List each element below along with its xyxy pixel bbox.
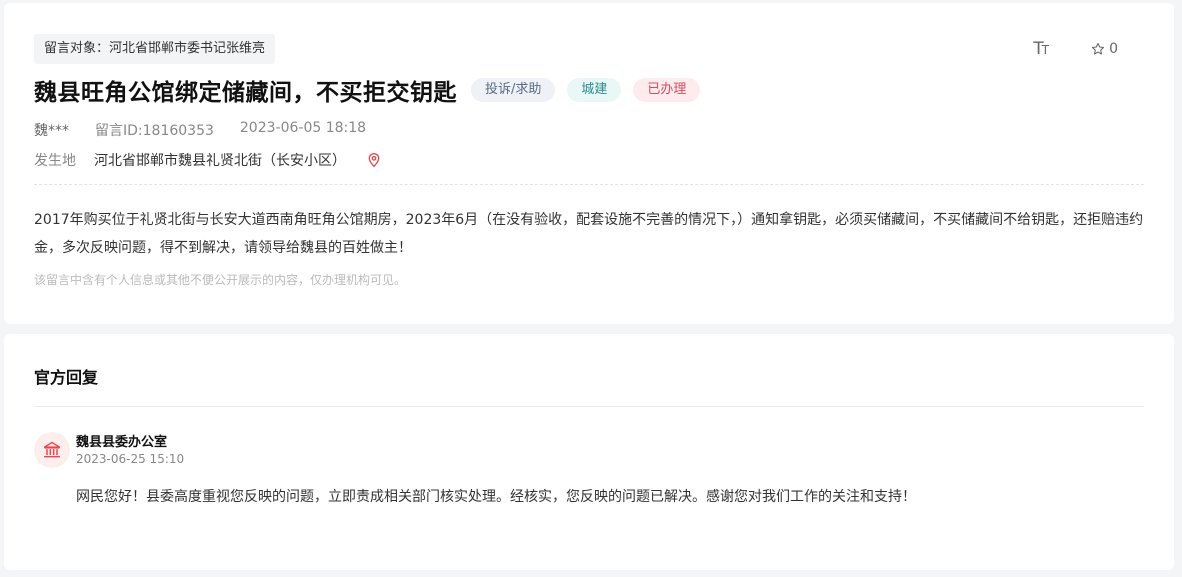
reply-divider [34,406,1144,407]
message-content: 2017年购买位于礼贤北街与长安大道西南角旺角公馆期房，2023年6月（在没有验… [34,212,1144,256]
org-avatar [34,432,70,468]
location-pin-icon[interactable] [366,152,382,168]
section-divider [34,184,1144,185]
status-badge: 已办理 [633,78,701,102]
message-target-tag: 留言对象：河北省邯郸市委书记张维亮 [34,34,276,64]
official-reply-card: 官方回复 魏县县委办公室 2023-06-25 15:10 网民您好！县委高度重… [4,334,1174,570]
font-size-icon-large: T [1033,39,1043,59]
author-name: 魏*** [34,123,69,139]
message-toolbar: TT 0 [1033,39,1118,59]
star-outline-icon [1092,42,1105,55]
title-row: 魏县旺角公馆绑定储藏间，不买拒交钥匙 投诉/求助 城建 已办理 [34,73,712,107]
location-row: 发生地 河北省邯郸市魏县礼贤北街（长安小区） [34,150,382,170]
government-building-icon [43,441,61,458]
font-size-button[interactable]: TT [1033,39,1049,59]
favorite-button[interactable]: 0 [1091,41,1118,57]
reply-date: 2023-06-25 15:10 [76,452,185,466]
favorite-count: 0 [1109,41,1118,57]
reply-org-name: 魏县县委办公室 [76,435,168,450]
message-card: 留言对象：河北省邯郸市委书记张维亮 TT 0 魏县旺角公馆绑定储藏间，不买拒交钥… [4,3,1174,324]
message-datetime: 2023-06-05 18:18 [239,120,367,136]
reply-section-title: 官方回复 [34,368,99,387]
message-title: 魏县旺角公馆绑定储藏间，不买拒交钥匙 [34,80,457,106]
location-label: 发生地 [34,153,76,169]
location-address: 河北省邯郸市魏县礼贤北街（长安小区） [94,153,346,169]
font-size-icon-small: T [1041,43,1049,57]
field-badge: 城建 [567,78,622,102]
privacy-notice: 该留言中含有个人信息或其他不便公开展示的内容，仅办理机构可见。 [34,273,407,287]
message-meta: 魏*** 留言ID:18160353 2023-06-05 18:18 [34,120,366,140]
message-id: 留言ID:18160353 [95,123,214,139]
reply-content: 网民您好！县委高度重视您反映的问题，立即责成相关部门核实处理。经核实，您反映的问… [76,489,916,505]
type-badge: 投诉/求助 [471,78,556,102]
